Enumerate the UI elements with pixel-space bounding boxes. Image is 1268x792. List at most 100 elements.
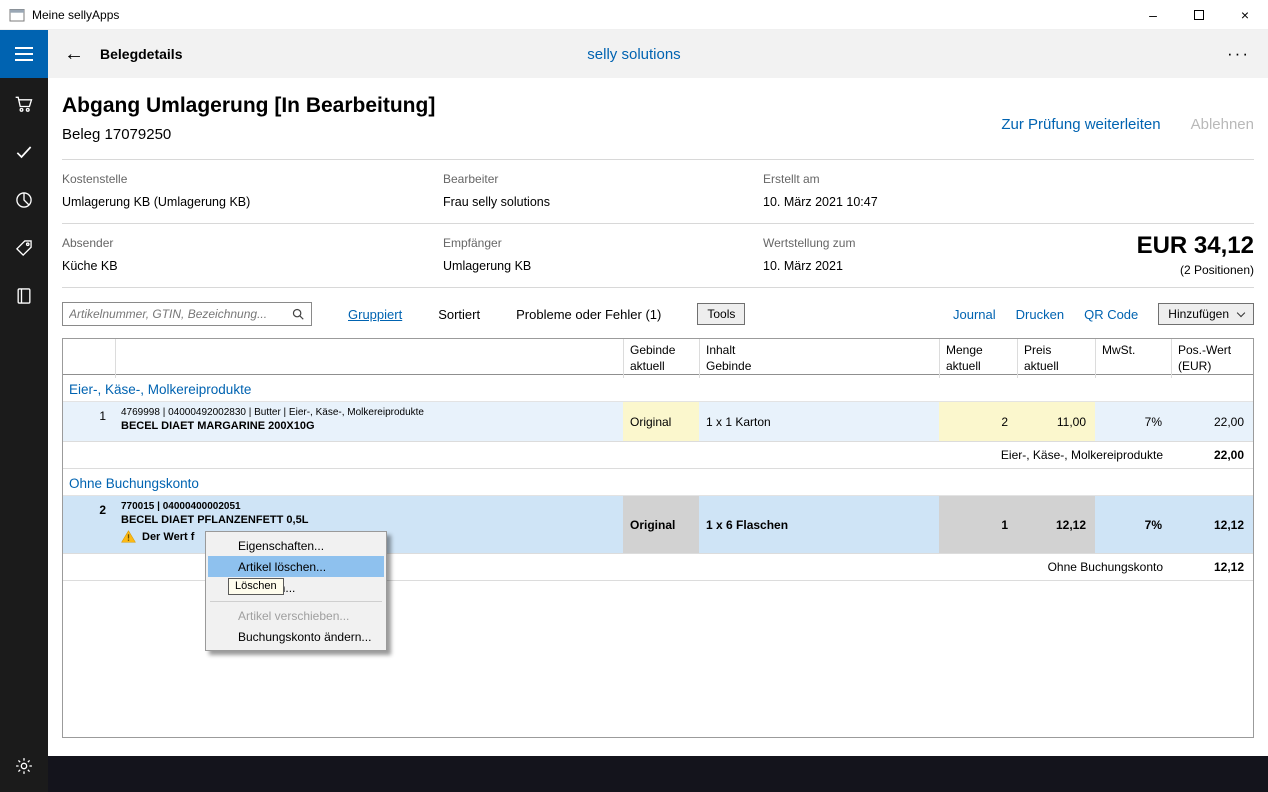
problems-filter[interactable]: Probleme oder Fehler (1) bbox=[516, 307, 661, 322]
main-content: Abgang Umlagerung [In Bearbeitung] Beleg… bbox=[48, 78, 1268, 756]
info-row-2: Absender Küche KB Empfänger Umlagerung K… bbox=[62, 224, 1254, 287]
subtotal-label: Eier-, Käse-, Molkereiprodukte bbox=[63, 448, 1171, 462]
document-total: EUR 34,12 (2 Positionen) bbox=[1137, 232, 1254, 277]
gear-icon bbox=[14, 756, 34, 781]
tag-icon bbox=[14, 238, 34, 263]
article-search-box[interactable] bbox=[62, 302, 312, 326]
group-subtotal-row: Eier-, Käse-, Molkereiprodukte 22,00 bbox=[63, 442, 1253, 469]
app-window: { "colors": { "accent": "#0063b1", "hl-y… bbox=[0, 0, 1268, 792]
minimize-icon: – bbox=[1149, 7, 1157, 23]
info-erstellt-am: Erstellt am 10. März 2021 10:47 bbox=[763, 172, 1254, 209]
search-input[interactable] bbox=[69, 307, 291, 321]
article-description: 4769998 | 04000492002830 | Butter | Eier… bbox=[115, 402, 623, 441]
sidebar-item-settings[interactable] bbox=[0, 754, 48, 782]
menu-item-eigenschaften[interactable]: Eigenschaften... bbox=[208, 535, 384, 556]
mwst-cell: 7% bbox=[1095, 496, 1171, 553]
sidebar-item-journal[interactable] bbox=[0, 284, 48, 312]
col-preis: Preisaktuell bbox=[1017, 339, 1095, 378]
col-inhalt: InhaltGebinde bbox=[699, 339, 939, 378]
inhalt-cell: 1 x 1 Karton bbox=[699, 402, 939, 441]
info-row-1: Kostenstelle Umlagerung KB (Umlagerung K… bbox=[62, 160, 1254, 223]
col-mwst: MwSt. bbox=[1095, 339, 1171, 378]
tools-button[interactable]: Tools bbox=[697, 303, 745, 325]
grouped-toggle[interactable]: Gruppiert bbox=[348, 307, 402, 322]
sorted-toggle[interactable]: Sortiert bbox=[438, 307, 480, 322]
info-empfaenger: Empfänger Umlagerung KB bbox=[443, 236, 763, 273]
close-button[interactable]: × bbox=[1222, 0, 1268, 29]
print-link[interactable]: Drucken bbox=[1016, 307, 1064, 322]
group-header: Eier-, Käse-, Molkereiprodukte bbox=[63, 375, 1253, 402]
menu-separator bbox=[210, 601, 382, 602]
chevron-down-icon bbox=[1237, 308, 1245, 316]
sidebar-item-prices[interactable] bbox=[0, 236, 48, 264]
preis-cell[interactable]: 11,00 bbox=[1017, 402, 1095, 441]
col-gebinde: Gebindeaktuell bbox=[623, 339, 699, 378]
info-absender: Absender Küche KB bbox=[62, 236, 443, 273]
search-icon[interactable] bbox=[291, 307, 305, 321]
app-center-title: selly solutions bbox=[0, 46, 1268, 63]
preis-cell[interactable]: 12,12 bbox=[1017, 496, 1095, 553]
page-title: Belegdetails bbox=[100, 46, 182, 62]
back-button[interactable]: ← bbox=[64, 44, 84, 64]
row-number: 1 bbox=[63, 402, 115, 441]
book-icon bbox=[14, 286, 34, 311]
row-number: 2 bbox=[63, 496, 115, 553]
col-wert: Pos.-Wert(EUR) bbox=[1171, 339, 1253, 378]
menge-cell[interactable]: 1 bbox=[939, 496, 1017, 553]
menu-item-buchungskonto-aendern[interactable]: Buchungskonto ändern... bbox=[208, 626, 384, 647]
cart-icon bbox=[14, 94, 34, 119]
inhalt-cell: 1 x 6 Flaschen bbox=[699, 496, 939, 553]
qr-code-link[interactable]: QR Code bbox=[1084, 307, 1138, 322]
menu-item-artikel-verschieben: Artikel verschieben... bbox=[208, 605, 384, 626]
titlebar: Meine sellyApps – × bbox=[0, 0, 1268, 30]
window-controls: – × bbox=[1130, 0, 1268, 29]
minimize-button[interactable]: – bbox=[1130, 0, 1176, 29]
window-title: Meine sellyApps bbox=[32, 8, 119, 22]
gebinde-cell[interactable]: Original bbox=[623, 496, 699, 553]
info-kostenstelle: Kostenstelle Umlagerung KB (Umlagerung K… bbox=[62, 172, 443, 209]
add-button[interactable]: Hinzufügen bbox=[1158, 303, 1254, 325]
maximize-button[interactable] bbox=[1176, 0, 1222, 29]
warning-text: Der Wert f bbox=[142, 531, 194, 543]
sidebar-nav bbox=[0, 78, 48, 792]
document-header: Abgang Umlagerung [In Bearbeitung] Beleg… bbox=[62, 94, 1254, 143]
wert-cell: 12,12 bbox=[1171, 496, 1253, 553]
table-header-row: Gebindeaktuell InhaltGebinde Mengeaktuel… bbox=[63, 339, 1253, 375]
sidebar-item-cart[interactable] bbox=[0, 92, 48, 120]
group-header: Ohne Buchungskonto bbox=[63, 469, 1253, 496]
subtotal-value: 12,12 bbox=[1171, 560, 1253, 574]
article-meta: 4769998 | 04000492002830 | Butter | Eier… bbox=[121, 407, 617, 418]
menu-item-artikel-loeschen[interactable]: Artikel löschen... bbox=[208, 556, 384, 577]
sidebar-item-tasks[interactable] bbox=[0, 140, 48, 168]
table-row[interactable]: 1 4769998 | 04000492002830 | Butter | Ei… bbox=[63, 402, 1253, 442]
article-name: BECEL DIAET PFLANZENFETT 0,5L bbox=[121, 514, 617, 526]
pie-chart-icon bbox=[14, 190, 34, 215]
maximize-icon bbox=[1194, 10, 1204, 20]
col-rownum bbox=[63, 339, 115, 378]
document-actions: Zur Prüfung weiterleiten Ablehnen bbox=[1001, 116, 1254, 133]
mwst-cell: 7% bbox=[1095, 402, 1171, 441]
gebinde-cell[interactable]: Original bbox=[623, 402, 699, 441]
menge-cell[interactable]: 2 bbox=[939, 402, 1017, 441]
app-header: ← Belegdetails selly solutions ··· bbox=[0, 30, 1268, 78]
close-icon: × bbox=[1241, 7, 1249, 23]
total-amount: EUR 34,12 bbox=[1137, 232, 1254, 260]
article-meta: 770015 | 04000400002051 bbox=[121, 501, 617, 512]
document-title: Abgang Umlagerung [In Bearbeitung] bbox=[62, 94, 1254, 118]
col-article bbox=[115, 339, 623, 378]
app-icon bbox=[9, 7, 25, 23]
info-bearbeiter: Bearbeiter Frau selly solutions bbox=[443, 172, 763, 209]
divider bbox=[62, 287, 1254, 288]
hamburger-menu-button[interactable] bbox=[0, 30, 48, 78]
forward-for-review-link[interactable]: Zur Prüfung weiterleiten bbox=[1001, 116, 1160, 133]
wert-cell: 22,00 bbox=[1171, 402, 1253, 441]
check-icon bbox=[14, 142, 34, 167]
warning-icon bbox=[121, 530, 136, 543]
total-positions: (2 Positionen) bbox=[1137, 263, 1254, 277]
sidebar-item-reports[interactable] bbox=[0, 188, 48, 216]
journal-link[interactable]: Journal bbox=[953, 307, 996, 322]
reject-link[interactable]: Ablehnen bbox=[1191, 116, 1254, 133]
bottom-bar bbox=[48, 756, 1268, 792]
positions-toolbar: Gruppiert Sortiert Probleme oder Fehler … bbox=[62, 302, 1254, 326]
more-options-button[interactable]: ··· bbox=[1227, 44, 1250, 64]
